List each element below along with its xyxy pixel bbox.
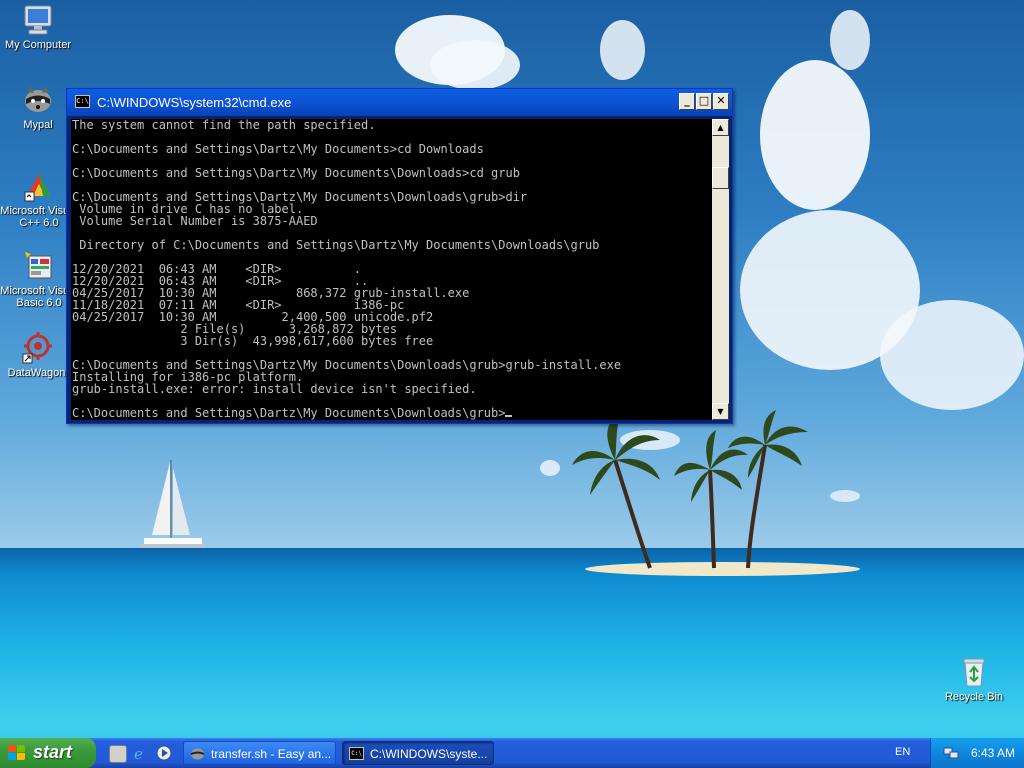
close-icon: ✕ (716, 94, 726, 107)
console-line: C:\Documents and Settings\Dartz\My Docum… (72, 166, 520, 180)
sailboat (140, 460, 206, 548)
desktop-icon-label: Recycle Bin (944, 691, 1004, 703)
desktop-icon-label: My Computer (4, 39, 72, 51)
language-indicator[interactable]: EN (895, 746, 910, 758)
desktop-icon-label: Mypal (23, 119, 53, 131)
console-line: The system cannot find the path specifie… (72, 119, 376, 132)
scroll-up-button[interactable]: ▲ (712, 119, 729, 136)
palm-trees (572, 410, 808, 569)
cloud (830, 10, 870, 70)
visual-cpp-icon (23, 170, 55, 202)
scroll-thumb[interactable] (712, 167, 729, 189)
window-title: C:\WINDOWS\system32\cmd.exe (97, 95, 292, 110)
cloud (880, 300, 1024, 410)
arrow-up-icon: ▲ (717, 123, 724, 132)
taskbar-button-cmd[interactable]: C:\ C:\WINDOWS\syste... (342, 741, 494, 765)
desktop-icon-label: DataWagon. (7, 367, 69, 379)
task-label: transfer.sh - Easy an... (211, 747, 332, 761)
desktop-icon-my-computer[interactable]: My Computer (0, 4, 76, 51)
maximize-button[interactable]: □ (696, 93, 712, 110)
close-button[interactable]: ✕ (713, 93, 729, 110)
network-icon[interactable] (943, 745, 959, 761)
arrow-down-icon: ▼ (717, 407, 724, 416)
console-line: Directory of C:\Documents and Settings\D… (72, 238, 600, 252)
desktop-icon-recycle-bin[interactable]: Recycle Bin (936, 656, 1012, 703)
sea (0, 548, 1024, 768)
cloud (600, 20, 645, 80)
console-line: Volume Serial Number is 3875-AAED (72, 214, 318, 228)
console-line: 3 Dir(s) 43,998,617,600 bytes free (72, 334, 434, 348)
system-tray: 6:43 AM (930, 738, 1024, 768)
cmd-icon: C:\ (349, 747, 364, 760)
raccoon-icon (190, 747, 205, 760)
cmd-icon[interactable]: C:\ (75, 95, 90, 108)
start-label: start (33, 742, 73, 762)
console-output[interactable]: The system cannot find the path specifie… (71, 119, 712, 420)
cloud (830, 490, 860, 502)
task-label: C:\WINDOWS\syste... (370, 747, 488, 761)
cloud (760, 60, 870, 210)
internet-explorer-icon[interactable]: e (132, 745, 148, 763)
scroll-down-button[interactable]: ▼ (712, 403, 729, 420)
media-player-icon[interactable] (156, 745, 172, 761)
console-line: C:\Documents and Settings\Dartz\My Docum… (72, 406, 506, 420)
start-button[interactable]: start (0, 738, 96, 768)
cloud (430, 40, 520, 90)
minimize-button[interactable]: _ (679, 93, 695, 110)
clock[interactable]: 6:43 AM (971, 746, 1015, 760)
text-cursor (505, 415, 513, 417)
datawagon-icon (22, 332, 54, 364)
taskbar: start e transfer.sh - Easy an... C:\ C:\… (0, 738, 1024, 768)
desktop-icon-datawagon[interactable]: DataWagon. (0, 332, 76, 379)
console-line: grub-install.exe: error: install device … (72, 382, 477, 396)
recycle-bin-icon (958, 656, 990, 688)
console-line: C:\Documents and Settings\Dartz\My Docum… (72, 142, 484, 156)
taskbar-button-transfer[interactable]: transfer.sh - Easy an... (183, 741, 336, 765)
mypal-icon (22, 84, 54, 116)
window-titlebar[interactable]: C:\ C:\WINDOWS\system32\cmd.exe _ □ ✕ (67, 89, 732, 116)
cloud (540, 460, 560, 476)
svg-text:e: e (134, 745, 143, 761)
show-desktop-icon[interactable] (109, 745, 127, 763)
vertical-scrollbar[interactable]: ▲ ▼ (712, 119, 729, 420)
visual-basic-icon (23, 250, 55, 282)
maximize-icon: □ (698, 94, 710, 107)
cmd-window[interactable]: C:\ C:\WINDOWS\system32\cmd.exe _ □ ✕ Th… (66, 88, 733, 424)
console-text: The system cannot find the path specifie… (71, 119, 712, 419)
desktop-icon-mypal[interactable]: Mypal (0, 84, 76, 131)
minimize-icon: _ (684, 94, 690, 107)
my-computer-icon (22, 4, 54, 36)
windows-logo-icon (8, 745, 26, 761)
